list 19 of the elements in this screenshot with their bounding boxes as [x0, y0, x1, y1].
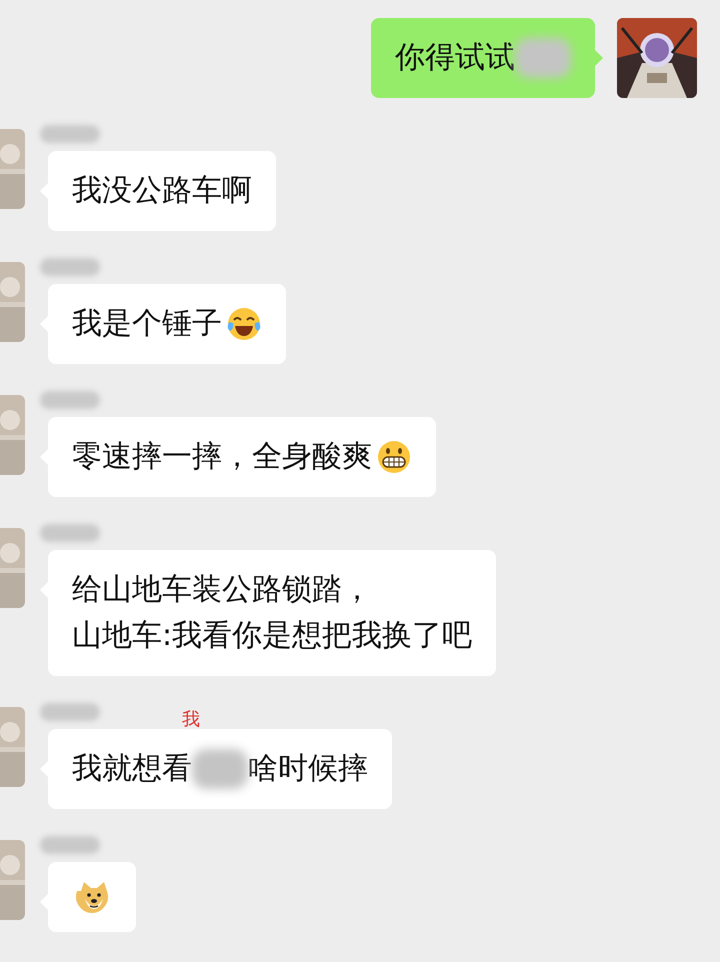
message-text: 我就想看: [72, 750, 192, 788]
blurred-text: [192, 749, 248, 789]
message-text: 给山地车装公路锁踏，: [72, 571, 372, 609]
message-text: 我是个锤子: [72, 305, 222, 343]
blurred-name: [40, 836, 100, 854]
blurred-name: [40, 703, 100, 721]
message-text: 我没公路车啊: [72, 172, 252, 210]
message-text: 山地车:我看你是想把我换了吧: [72, 617, 472, 655]
blurred-text: [515, 38, 571, 78]
message-text: 你得试试: [395, 39, 515, 77]
message-text: 零速摔一摔，全身酸爽: [72, 438, 372, 476]
laughing-tears-emoji-icon: [226, 306, 262, 342]
blurred-name: [40, 391, 100, 409]
blurred-name: [40, 524, 100, 542]
blurred-name: [40, 125, 100, 143]
annotation-text: 我: [182, 709, 200, 731]
grinning-face-emoji-icon: [376, 439, 412, 475]
blurred-name: [40, 258, 100, 276]
message-text: 啥时候摔: [248, 750, 368, 788]
